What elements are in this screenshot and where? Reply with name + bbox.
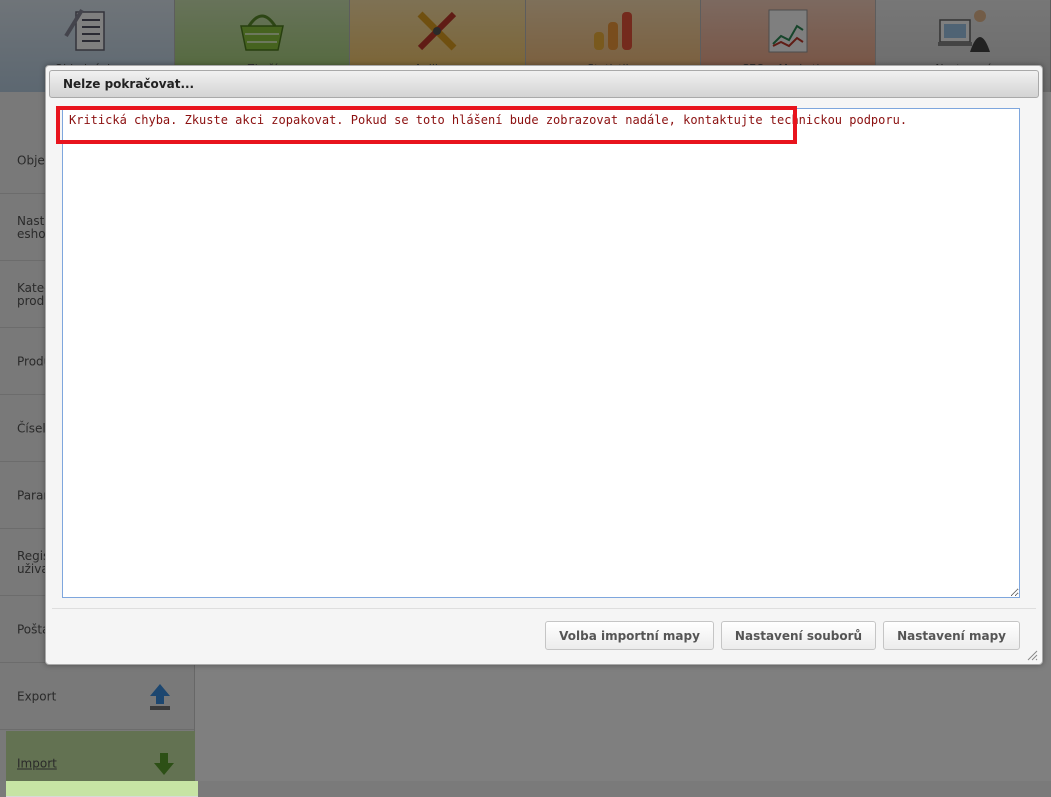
dialog-separator bbox=[52, 608, 1036, 609]
dialog-button-bar: Volba importní mapy Nastavení souborů Na… bbox=[545, 621, 1020, 650]
dialog-body: Kritická chyba. Zkuste akci zopakovat. P… bbox=[62, 108, 1020, 598]
map-settings-button[interactable]: Nastavení mapy bbox=[883, 621, 1020, 650]
dialog-title: Nelze pokračovat... bbox=[63, 77, 195, 91]
error-message-textarea[interactable]: Kritická chyba. Zkuste akci zopakovat. P… bbox=[62, 108, 1020, 598]
import-map-button[interactable]: Volba importní mapy bbox=[545, 621, 714, 650]
file-settings-button[interactable]: Nastavení souborů bbox=[720, 621, 877, 650]
resize-grip-icon[interactable] bbox=[1026, 649, 1038, 661]
dialog-titlebar[interactable]: Nelze pokračovat... bbox=[49, 70, 1039, 98]
error-dialog: Nelze pokračovat... Kritická chyba. Zkus… bbox=[45, 65, 1043, 665]
